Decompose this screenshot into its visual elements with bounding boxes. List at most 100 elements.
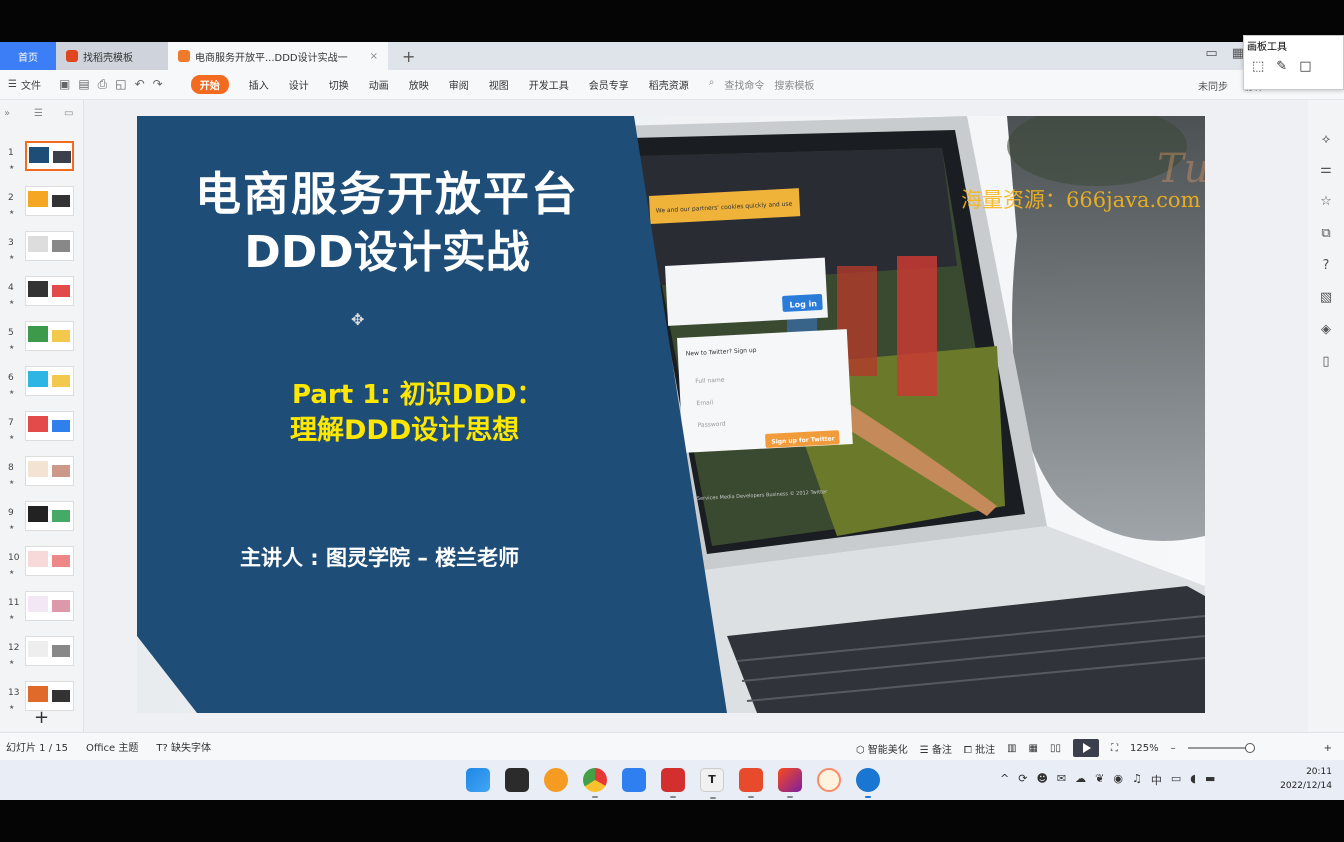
tray-expand-icon[interactable]: ^ (1000, 772, 1009, 788)
location-icon[interactable]: ◈ (1318, 322, 1334, 338)
comments-button[interactable]: ⧠ 批注 (964, 741, 995, 756)
slide-thumbnail[interactable]: 1 ★ (0, 140, 84, 182)
menu-docer[interactable]: 稻壳资源 (649, 77, 689, 92)
watermark-text: 海量资源：666java.com (961, 188, 1201, 212)
select-tool-icon[interactable]: ⬚ (1252, 59, 1264, 74)
tray-browser-icon[interactable]: ◉ (1113, 772, 1123, 788)
play-slideshow-button[interactable] (1073, 739, 1100, 757)
slide-thumbnail[interactable]: 10 ★ (0, 545, 84, 587)
image-icon[interactable]: ▧ (1318, 290, 1334, 306)
tab-close-icon[interactable]: × (370, 51, 378, 62)
tray-sync-icon[interactable]: ⟳ (1018, 772, 1027, 788)
brush-icon[interactable]: ⟡ (1318, 132, 1334, 148)
notes-app-icon[interactable] (622, 768, 646, 792)
tray-ime-icon[interactable]: 中 (1151, 772, 1162, 788)
layout-icon[interactable]: ▭ (1205, 46, 1217, 61)
search-app-icon[interactable] (544, 768, 568, 792)
tray-battery-icon[interactable]: ▬ (1205, 772, 1215, 788)
fit-window-icon[interactable]: ⛶ (1111, 743, 1118, 754)
paint-icon[interactable] (817, 768, 841, 792)
normal-view-icon[interactable]: ▥ (1007, 743, 1016, 754)
menu-insert[interactable]: 插入 (249, 77, 269, 92)
slide-thumbnail[interactable]: 3 ★ (0, 230, 84, 272)
book-icon[interactable]: ▯ (1318, 354, 1334, 370)
typora-icon[interactable]: T (700, 768, 724, 799)
tray-volume-icon[interactable]: ◖ (1190, 772, 1196, 788)
slide-thumbnail[interactable]: 5 ★ (0, 320, 84, 362)
save-icon[interactable]: ▣ (59, 77, 70, 92)
menu-member[interactable]: 会员专享 (589, 77, 629, 92)
docer-logo-icon (66, 50, 78, 62)
command-search[interactable]: ⌕ 查找命令 搜索模板 (709, 77, 815, 92)
tray-chat-icon[interactable]: ✉ (1057, 772, 1066, 788)
slide-thumbnail[interactable]: 9 ★ (0, 500, 84, 542)
slide-thumbnail[interactable]: 7 ★ (0, 410, 84, 452)
slide-thumbnail[interactable]: 6 ★ (0, 365, 84, 407)
new-tab-button[interactable]: + (402, 47, 415, 66)
rectangle-tool-icon[interactable]: □ (1299, 59, 1311, 74)
outline-view-icon[interactable]: ▭ (64, 108, 73, 119)
menu-developer[interactable]: 开发工具 (529, 77, 569, 92)
add-slide-button[interactable]: + (34, 707, 49, 728)
menu-review[interactable]: 审阅 (449, 77, 469, 92)
zoom-level[interactable]: 125% (1130, 743, 1159, 754)
tray-mic-icon[interactable]: ♫ (1132, 772, 1142, 788)
beautify-button[interactable]: ⬡ 智能美化 (856, 741, 908, 756)
zoom-in-button[interactable]: + (1324, 743, 1332, 754)
zoom-out-button[interactable]: – (1171, 743, 1176, 754)
wps-icon[interactable] (739, 768, 763, 798)
star-icon[interactable]: ☆ (1318, 194, 1334, 210)
help-icon[interactable]: ? (1318, 258, 1334, 274)
reading-view-icon[interactable]: ▯▯ (1050, 743, 1061, 754)
tray-qq-icon[interactable]: ☻ (1036, 772, 1047, 788)
slide-thumbnail-preview (25, 636, 74, 666)
tray-leaf-icon[interactable]: ❦ (1095, 772, 1104, 788)
slide-thumbnail[interactable]: 12 ★ (0, 635, 84, 677)
file-explorer-icon[interactable] (505, 768, 529, 792)
system-tray: ^ ⟳ ☻ ✉ ☁ ❦ ◉ ♫ 中 ▭ ◖ ▬ (1000, 772, 1215, 788)
menu-transitions[interactable]: 切换 (329, 77, 349, 92)
template-search-label[interactable]: 搜索模板 (774, 77, 814, 92)
sync-status[interactable]: 未同步 (1198, 78, 1228, 93)
collapse-icon[interactable]: » (4, 108, 10, 119)
slide-thumbnail[interactable]: 4 ★ (0, 275, 84, 317)
preview-icon[interactable]: ◱ (115, 77, 126, 92)
chrome-icon[interactable] (583, 768, 607, 798)
tab-docer-templates[interactable]: 找稻壳模板 (56, 42, 168, 70)
slide-canvas[interactable]: We and our partners' cookies quickly and… (137, 116, 1205, 713)
menu-animations[interactable]: 动画 (369, 77, 389, 92)
tab-current-document[interactable]: 电商服务开放平...DDD设计实战一 × (168, 42, 388, 70)
tray-display-icon[interactable]: ▭ (1171, 772, 1181, 788)
slide-thumbnail-number: 12 (8, 643, 20, 653)
pen-tool-icon[interactable]: ✎ (1276, 59, 1287, 74)
clock[interactable]: 20:11 2022/12/14 (1280, 765, 1332, 793)
windows-start-icon[interactable] (466, 768, 490, 792)
export-icon[interactable]: ▤ (78, 77, 89, 92)
screen-recorder-icon[interactable] (661, 768, 685, 798)
tab-home[interactable]: 首页 (0, 42, 56, 70)
settings-sliders-icon[interactable]: ⚌ (1318, 162, 1334, 178)
missing-font-button[interactable]: T? 缺失字体 (156, 739, 211, 754)
slide-thumbnail[interactable]: 2 ★ (0, 185, 84, 227)
menu-slideshow[interactable]: 放映 (409, 77, 429, 92)
print-icon[interactable]: ⎙ (98, 77, 108, 92)
menu-design[interactable]: 设计 (289, 77, 309, 92)
sorter-view-icon[interactable]: ▦ (1029, 743, 1038, 754)
tray-cloud-icon[interactable]: ☁ (1075, 772, 1086, 788)
copy-icon[interactable]: ⧉ (1318, 226, 1334, 242)
file-menu[interactable]: ☰ 文件 (8, 77, 41, 92)
notes-button[interactable]: ☰ 备注 (920, 741, 952, 756)
menu-home[interactable]: 开始 (190, 75, 229, 94)
edge-icon[interactable] (856, 768, 880, 798)
zoom-slider[interactable] (1187, 743, 1255, 753)
redo-icon[interactable]: ↷ (153, 77, 163, 92)
slide-thumbnail-preview (25, 321, 74, 351)
jetbrains-icon[interactable] (778, 768, 802, 798)
theme-name[interactable]: Office 主题 (86, 739, 138, 754)
undo-icon[interactable]: ↶ (135, 77, 145, 92)
menu-view[interactable]: 视图 (489, 77, 509, 92)
slide-thumbnail[interactable]: 11 ★ (0, 590, 84, 632)
slide-thumbnail[interactable]: 8 ★ (0, 455, 84, 497)
list-view-icon[interactable]: ☰ (34, 108, 43, 119)
hamburger-icon: ☰ (8, 79, 17, 90)
